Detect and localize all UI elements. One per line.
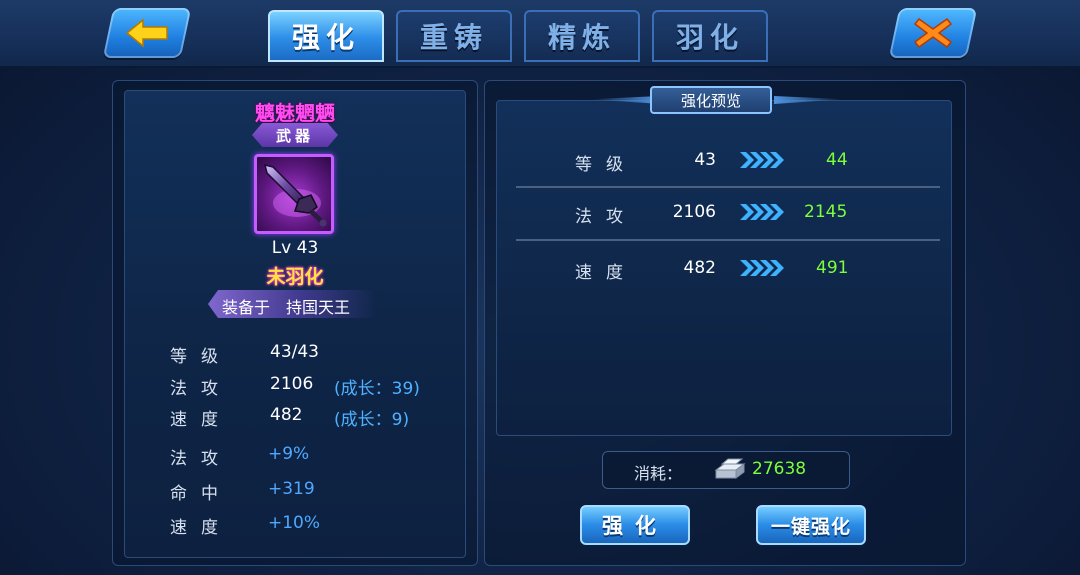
item-level: Lv 43 <box>271 238 319 258</box>
tab-bar: 强化 重铸 精炼 羽化 <box>268 10 768 62</box>
preview-title: 强化预览 <box>650 86 772 114</box>
stat-name: 速度 <box>170 410 232 430</box>
back-arrow-icon <box>125 18 168 48</box>
divider <box>516 239 940 241</box>
increase-arrows-icon <box>740 204 784 220</box>
bonus-name: 命中 <box>170 484 232 504</box>
item-name: 魑魅魍魉 <box>255 101 335 125</box>
close-button[interactable] <box>888 8 978 58</box>
stat-name: 等级 <box>170 347 232 367</box>
preview-next-value: 2145 <box>804 202 848 222</box>
bonus-value: +319 <box>268 479 315 499</box>
preview-current-value: 43 <box>694 150 716 170</box>
stat-value: 2106 <box>270 374 314 394</box>
sword-icon <box>263 163 327 227</box>
preview-stat-name: 法攻 <box>575 207 637 227</box>
equip-label: 装备于 <box>222 298 271 317</box>
enhance-button[interactable]: 强化 <box>580 505 690 545</box>
preview-next-value: 491 <box>816 258 849 278</box>
item-slot[interactable] <box>254 154 334 234</box>
stat-value: 43/43 <box>270 342 319 362</box>
preview-next-value: 44 <box>826 150 848 170</box>
feather-status: 未羽化 <box>266 266 324 288</box>
divider <box>516 186 940 188</box>
preview-stat-name: 等级 <box>575 155 637 175</box>
cost-value: 27638 <box>752 459 807 479</box>
tab-feather[interactable]: 羽化 <box>652 10 768 62</box>
bonus-value: +10% <box>268 513 321 533</box>
tab-refine[interactable]: 精炼 <box>524 10 640 62</box>
silver-ingot-icon <box>714 458 746 479</box>
one-click-enhance-button[interactable]: 一键强化 <box>756 505 866 545</box>
preview-current-value: 482 <box>683 258 716 278</box>
close-icon <box>913 17 953 49</box>
equipped-character: 持国天王 <box>286 298 351 317</box>
bonus-name: 速度 <box>170 518 232 538</box>
stat-growth: (成长：39) <box>334 379 420 399</box>
increase-arrows-icon <box>740 152 784 168</box>
preview-stat-name: 速度 <box>575 263 637 283</box>
stat-name: 法攻 <box>170 379 232 399</box>
preview-current-value: 2106 <box>672 202 716 222</box>
tab-enhance[interactable]: 强化 <box>268 10 384 62</box>
increase-arrows-icon <box>740 260 784 276</box>
stat-growth: (成长：9) <box>334 410 410 430</box>
back-button[interactable] <box>102 8 192 58</box>
item-type-badge: 武器 <box>252 123 338 147</box>
stat-value: 482 <box>270 405 303 425</box>
tab-recast[interactable]: 重铸 <box>396 10 512 62</box>
cost-label: 消耗： <box>634 464 683 483</box>
bonus-value: +9% <box>268 444 310 464</box>
bonus-name: 法攻 <box>170 449 232 469</box>
